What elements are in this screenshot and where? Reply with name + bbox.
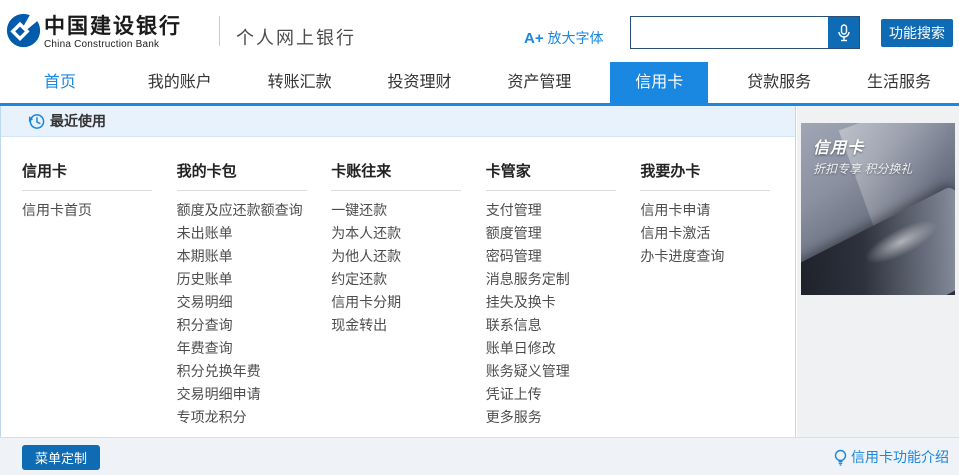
- microphone-icon: [836, 24, 852, 42]
- right-sidebar: 信用卡 折扣专享 积分换礼: [797, 106, 959, 437]
- header: 中国建设银行 China Construction Bank 个人网上银行 A+…: [0, 0, 959, 62]
- credit-card-info-link[interactable]: 信用卡功能介绍: [833, 447, 949, 467]
- page: 中国建设银行 China Construction Bank 个人网上银行 A+…: [0, 0, 959, 475]
- nav-tab-label: 投资理财: [388, 62, 452, 103]
- credit-card-info-label: 信用卡功能介绍: [851, 447, 949, 467]
- credit-card-menu-panel: 最近使用 信用卡信用卡首页我的卡包额度及应还款额查询未出账单本期账单历史账单交易…: [0, 106, 796, 437]
- menu-item-link[interactable]: 办卡进度查询: [640, 245, 795, 268]
- search-input[interactable]: [631, 17, 829, 48]
- menu-column-title: 我要办卡: [640, 162, 795, 182]
- menu-column-title: 卡账往来: [331, 162, 486, 182]
- font-zoom-link[interactable]: A+ 放大字体: [524, 28, 603, 48]
- nav-tab[interactable]: 信用卡: [599, 62, 719, 103]
- menu-item-link[interactable]: 挂失及换卡: [486, 291, 641, 314]
- menu-item-link[interactable]: 现金转出: [331, 314, 486, 337]
- menu-item-link[interactable]: 专项龙积分: [177, 406, 332, 429]
- menu-item-link[interactable]: 积分兑换年费: [177, 360, 332, 383]
- lightbulb-icon: [833, 449, 848, 466]
- nav-tab-label: 首页: [44, 62, 76, 103]
- menu-column: 我的卡包额度及应还款额查询未出账单本期账单历史账单交易明细积分查询年费查询积分兑…: [177, 162, 332, 429]
- banner-subtitle: 折扣专享 积分换礼: [813, 160, 912, 177]
- nav-tab[interactable]: 生活服务: [839, 62, 959, 103]
- column-divider: [486, 190, 616, 191]
- credit-card-promo-banner[interactable]: 信用卡 折扣专享 积分换礼: [801, 123, 955, 295]
- ccb-logo-icon[interactable]: [6, 13, 41, 48]
- bank-name-en: China Construction Bank: [44, 39, 182, 50]
- menu-item-link[interactable]: 交易明细申请: [177, 383, 332, 406]
- menu-item-link[interactable]: 消息服务定制: [486, 268, 641, 291]
- nav-tab-label: 转账汇款: [268, 62, 332, 103]
- menu-item-link[interactable]: 支付管理: [486, 199, 641, 222]
- main-nav: 首页 我的账户 转账汇款 投资理财 资产管理信用卡贷款服务 生活服务: [0, 62, 959, 103]
- banner-title: 信用卡: [813, 134, 864, 158]
- menu-item-link[interactable]: 历史账单: [177, 268, 332, 291]
- nav-tab-label: 贷款服务: [747, 62, 811, 103]
- nav-tab[interactable]: 我的账户: [120, 62, 240, 103]
- column-divider: [331, 190, 461, 191]
- menu-item-link[interactable]: 账单日修改: [486, 337, 641, 360]
- menu-item-link[interactable]: 更多服务: [486, 406, 641, 429]
- nav-tab-label: 生活服务: [867, 62, 931, 103]
- menu-item-link[interactable]: 密码管理: [486, 245, 641, 268]
- content: 最近使用 信用卡信用卡首页我的卡包额度及应还款额查询未出账单本期账单历史账单交易…: [0, 106, 959, 437]
- menu-item-link[interactable]: 额度管理: [486, 222, 641, 245]
- recent-used-bar: 最近使用: [1, 106, 795, 137]
- menu-item-link[interactable]: 信用卡分期: [331, 291, 486, 314]
- font-zoom-icon: A+: [524, 30, 544, 47]
- search-box: [630, 16, 860, 49]
- function-search-button[interactable]: 功能搜索: [881, 19, 953, 47]
- column-divider: [640, 190, 770, 191]
- menu-item-link[interactable]: 积分查询: [177, 314, 332, 337]
- nav-tab[interactable]: 转账汇款: [240, 62, 360, 103]
- nav-tab-label: 我的账户: [148, 62, 212, 103]
- nav-tab[interactable]: 投资理财: [360, 62, 480, 103]
- menu-column: 信用卡信用卡首页: [22, 162, 177, 429]
- font-zoom-label: 放大字体: [547, 30, 603, 46]
- menu-column-title: 我的卡包: [177, 162, 332, 182]
- menu-item-link[interactable]: 约定还款: [331, 268, 486, 291]
- history-clock-icon: [28, 113, 45, 130]
- menu-columns: 信用卡信用卡首页我的卡包额度及应还款额查询未出账单本期账单历史账单交易明细积分查…: [1, 137, 795, 429]
- nav-tab-label: 信用卡: [610, 62, 708, 103]
- portal-title: 个人网上银行: [236, 24, 356, 50]
- menu-column-title: 卡管家: [486, 162, 641, 182]
- bank-name-block: 中国建设银行 China Construction Bank: [44, 15, 182, 50]
- nav-tab[interactable]: 首页: [0, 62, 120, 103]
- menu-item-link[interactable]: 信用卡申请: [640, 199, 795, 222]
- bank-name-cn: 中国建设银行: [44, 15, 182, 39]
- nav-tab[interactable]: 贷款服务: [719, 62, 839, 103]
- menu-item-link[interactable]: 为他人还款: [331, 245, 486, 268]
- menu-item-link[interactable]: 本期账单: [177, 245, 332, 268]
- menu-column: 我要办卡信用卡申请信用卡激活办卡进度查询: [640, 162, 795, 429]
- menu-item-link[interactable]: 账务疑义管理: [486, 360, 641, 383]
- menu-column: 卡账往来一键还款为本人还款为他人还款约定还款信用卡分期现金转出: [331, 162, 486, 429]
- menu-item-link[interactable]: 为本人还款: [331, 222, 486, 245]
- footer-bar: 菜单定制 信用卡功能介绍: [0, 437, 959, 475]
- menu-item-link[interactable]: 联系信息: [486, 314, 641, 337]
- recent-used-label: 最近使用: [50, 111, 106, 131]
- column-divider: [177, 190, 307, 191]
- menu-item-link[interactable]: 未出账单: [177, 222, 332, 245]
- menu-customize-button[interactable]: 菜单定制: [22, 445, 100, 470]
- microphone-button[interactable]: [828, 17, 859, 48]
- menu-column-title: 信用卡: [22, 162, 177, 182]
- menu-item-link[interactable]: 交易明细: [177, 291, 332, 314]
- menu-item-link[interactable]: 年费查询: [177, 337, 332, 360]
- nav-tab[interactable]: 资产管理: [480, 62, 600, 103]
- header-divider: [219, 16, 220, 46]
- menu-item-link[interactable]: 凭证上传: [486, 383, 641, 406]
- nav-tab-label: 资产管理: [507, 62, 571, 103]
- column-divider: [22, 190, 152, 191]
- menu-item-link[interactable]: 额度及应还款额查询: [177, 199, 332, 222]
- menu-column: 卡管家支付管理额度管理密码管理消息服务定制挂失及换卡联系信息账单日修改账务疑义管…: [486, 162, 641, 429]
- menu-item-link[interactable]: 信用卡激活: [640, 222, 795, 245]
- menu-item-link[interactable]: 一键还款: [331, 199, 486, 222]
- menu-item-link[interactable]: 信用卡首页: [22, 199, 177, 222]
